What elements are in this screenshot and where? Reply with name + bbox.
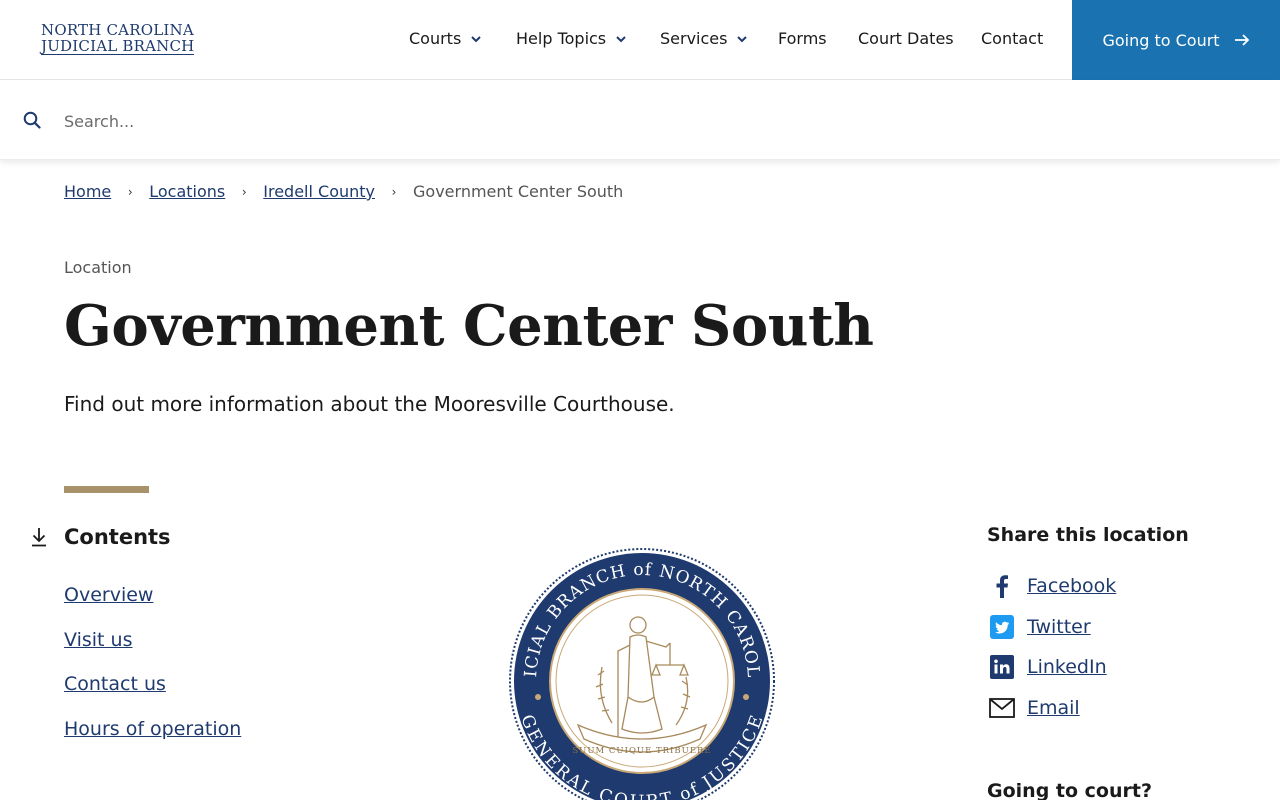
chevron-right-icon: › <box>127 184 133 199</box>
logo-line-1: NORTH CAROLINA <box>41 21 194 39</box>
list-item: Overview <box>64 584 241 629</box>
search-bar <box>0 80 1280 160</box>
share-linkedin-link[interactable]: LinkedIn <box>1027 656 1107 678</box>
nav-help-topics-label: Help Topics <box>516 29 607 48</box>
nav-services[interactable]: Services <box>660 29 749 48</box>
chevron-down-icon <box>735 32 749 46</box>
toc-link-overview[interactable]: Overview <box>64 584 153 606</box>
search-icon[interactable] <box>23 111 41 129</box>
toc-link-contact-us[interactable]: Contact us <box>64 673 166 695</box>
nav-forms-label: Forms <box>778 29 827 48</box>
site-header: NORTH CAROLINA JUDICIAL BRANCH Courts He… <box>0 0 1280 80</box>
court-seal-image: JUDICIAL BRANCH of NORTH CAROLINA GENERA… <box>508 547 775 800</box>
share-title: Share this location <box>987 524 1189 546</box>
email-icon <box>989 695 1015 721</box>
contents-list: Overview Visit us Contact us Hours of op… <box>64 584 241 763</box>
logo-line-2: JUDICIAL BRANCH <box>41 37 195 55</box>
seal-motto: SUUM CUIQUE TRIBUERE <box>572 746 711 756</box>
nav-courts[interactable]: Courts <box>409 29 483 48</box>
going-to-court-button[interactable]: Going to Court <box>1072 0 1280 80</box>
chevron-down-icon <box>469 32 483 46</box>
nav-help-topics[interactable]: Help Topics <box>516 29 628 48</box>
share-facebook[interactable]: Facebook <box>989 566 1116 607</box>
nav-court-dates-label: Court Dates <box>858 29 954 48</box>
chevron-right-icon: › <box>391 184 397 199</box>
arrow-down-to-line-icon <box>32 528 46 547</box>
nav-forms[interactable]: Forms <box>778 29 827 48</box>
accent-divider <box>64 486 149 493</box>
list-item: Contact us <box>64 673 241 718</box>
breadcrumb-iredell-county[interactable]: Iredell County <box>263 182 375 201</box>
share-email-link[interactable]: Email <box>1027 697 1080 719</box>
going-to-court-heading: Going to court? <box>987 780 1152 800</box>
chevron-right-icon: › <box>241 184 247 199</box>
toc-link-hours[interactable]: Hours of operation <box>64 718 241 740</box>
contents-header[interactable]: Contents <box>30 525 171 549</box>
chevron-down-icon <box>614 32 628 46</box>
nav-contact-label: Contact <box>981 29 1044 48</box>
breadcrumb-locations[interactable]: Locations <box>149 182 225 201</box>
breadcrumb: Home › Locations › Iredell County › Gove… <box>64 182 623 201</box>
list-item: Visit us <box>64 629 241 674</box>
share-facebook-link[interactable]: Facebook <box>1027 575 1116 597</box>
linkedin-icon <box>989 654 1015 680</box>
toc-link-visit-us[interactable]: Visit us <box>64 629 132 651</box>
going-to-court-label: Going to Court <box>1102 30 1220 50</box>
breadcrumb-home[interactable]: Home <box>64 182 111 201</box>
breadcrumb-current: Government Center South <box>413 182 624 201</box>
share-linkedin[interactable]: LinkedIn <box>989 647 1116 688</box>
share-email[interactable]: Email <box>989 688 1116 729</box>
share-twitter[interactable]: Twitter <box>989 607 1116 648</box>
page-title: Government Center South <box>64 293 874 359</box>
list-item: Hours of operation <box>64 718 241 763</box>
contents-title: Contents <box>64 525 171 549</box>
share-list: Facebook Twitter LinkedIn Email <box>989 566 1116 728</box>
page-lede: Find out more information about the Moor… <box>64 392 675 416</box>
facebook-icon <box>989 573 1015 599</box>
arrow-right-icon <box>1234 34 1249 46</box>
site-logo[interactable]: NORTH CAROLINA JUDICIAL BRANCH <box>41 21 195 55</box>
nav-services-label: Services <box>660 29 728 48</box>
nav-contact[interactable]: Contact <box>981 29 1043 48</box>
twitter-icon <box>989 614 1015 640</box>
search-input[interactable] <box>64 104 964 138</box>
share-twitter-link[interactable]: Twitter <box>1027 616 1091 638</box>
nav-court-dates[interactable]: Court Dates <box>858 29 954 48</box>
nav-courts-label: Courts <box>409 29 462 48</box>
page-eyebrow: Location <box>64 258 132 277</box>
